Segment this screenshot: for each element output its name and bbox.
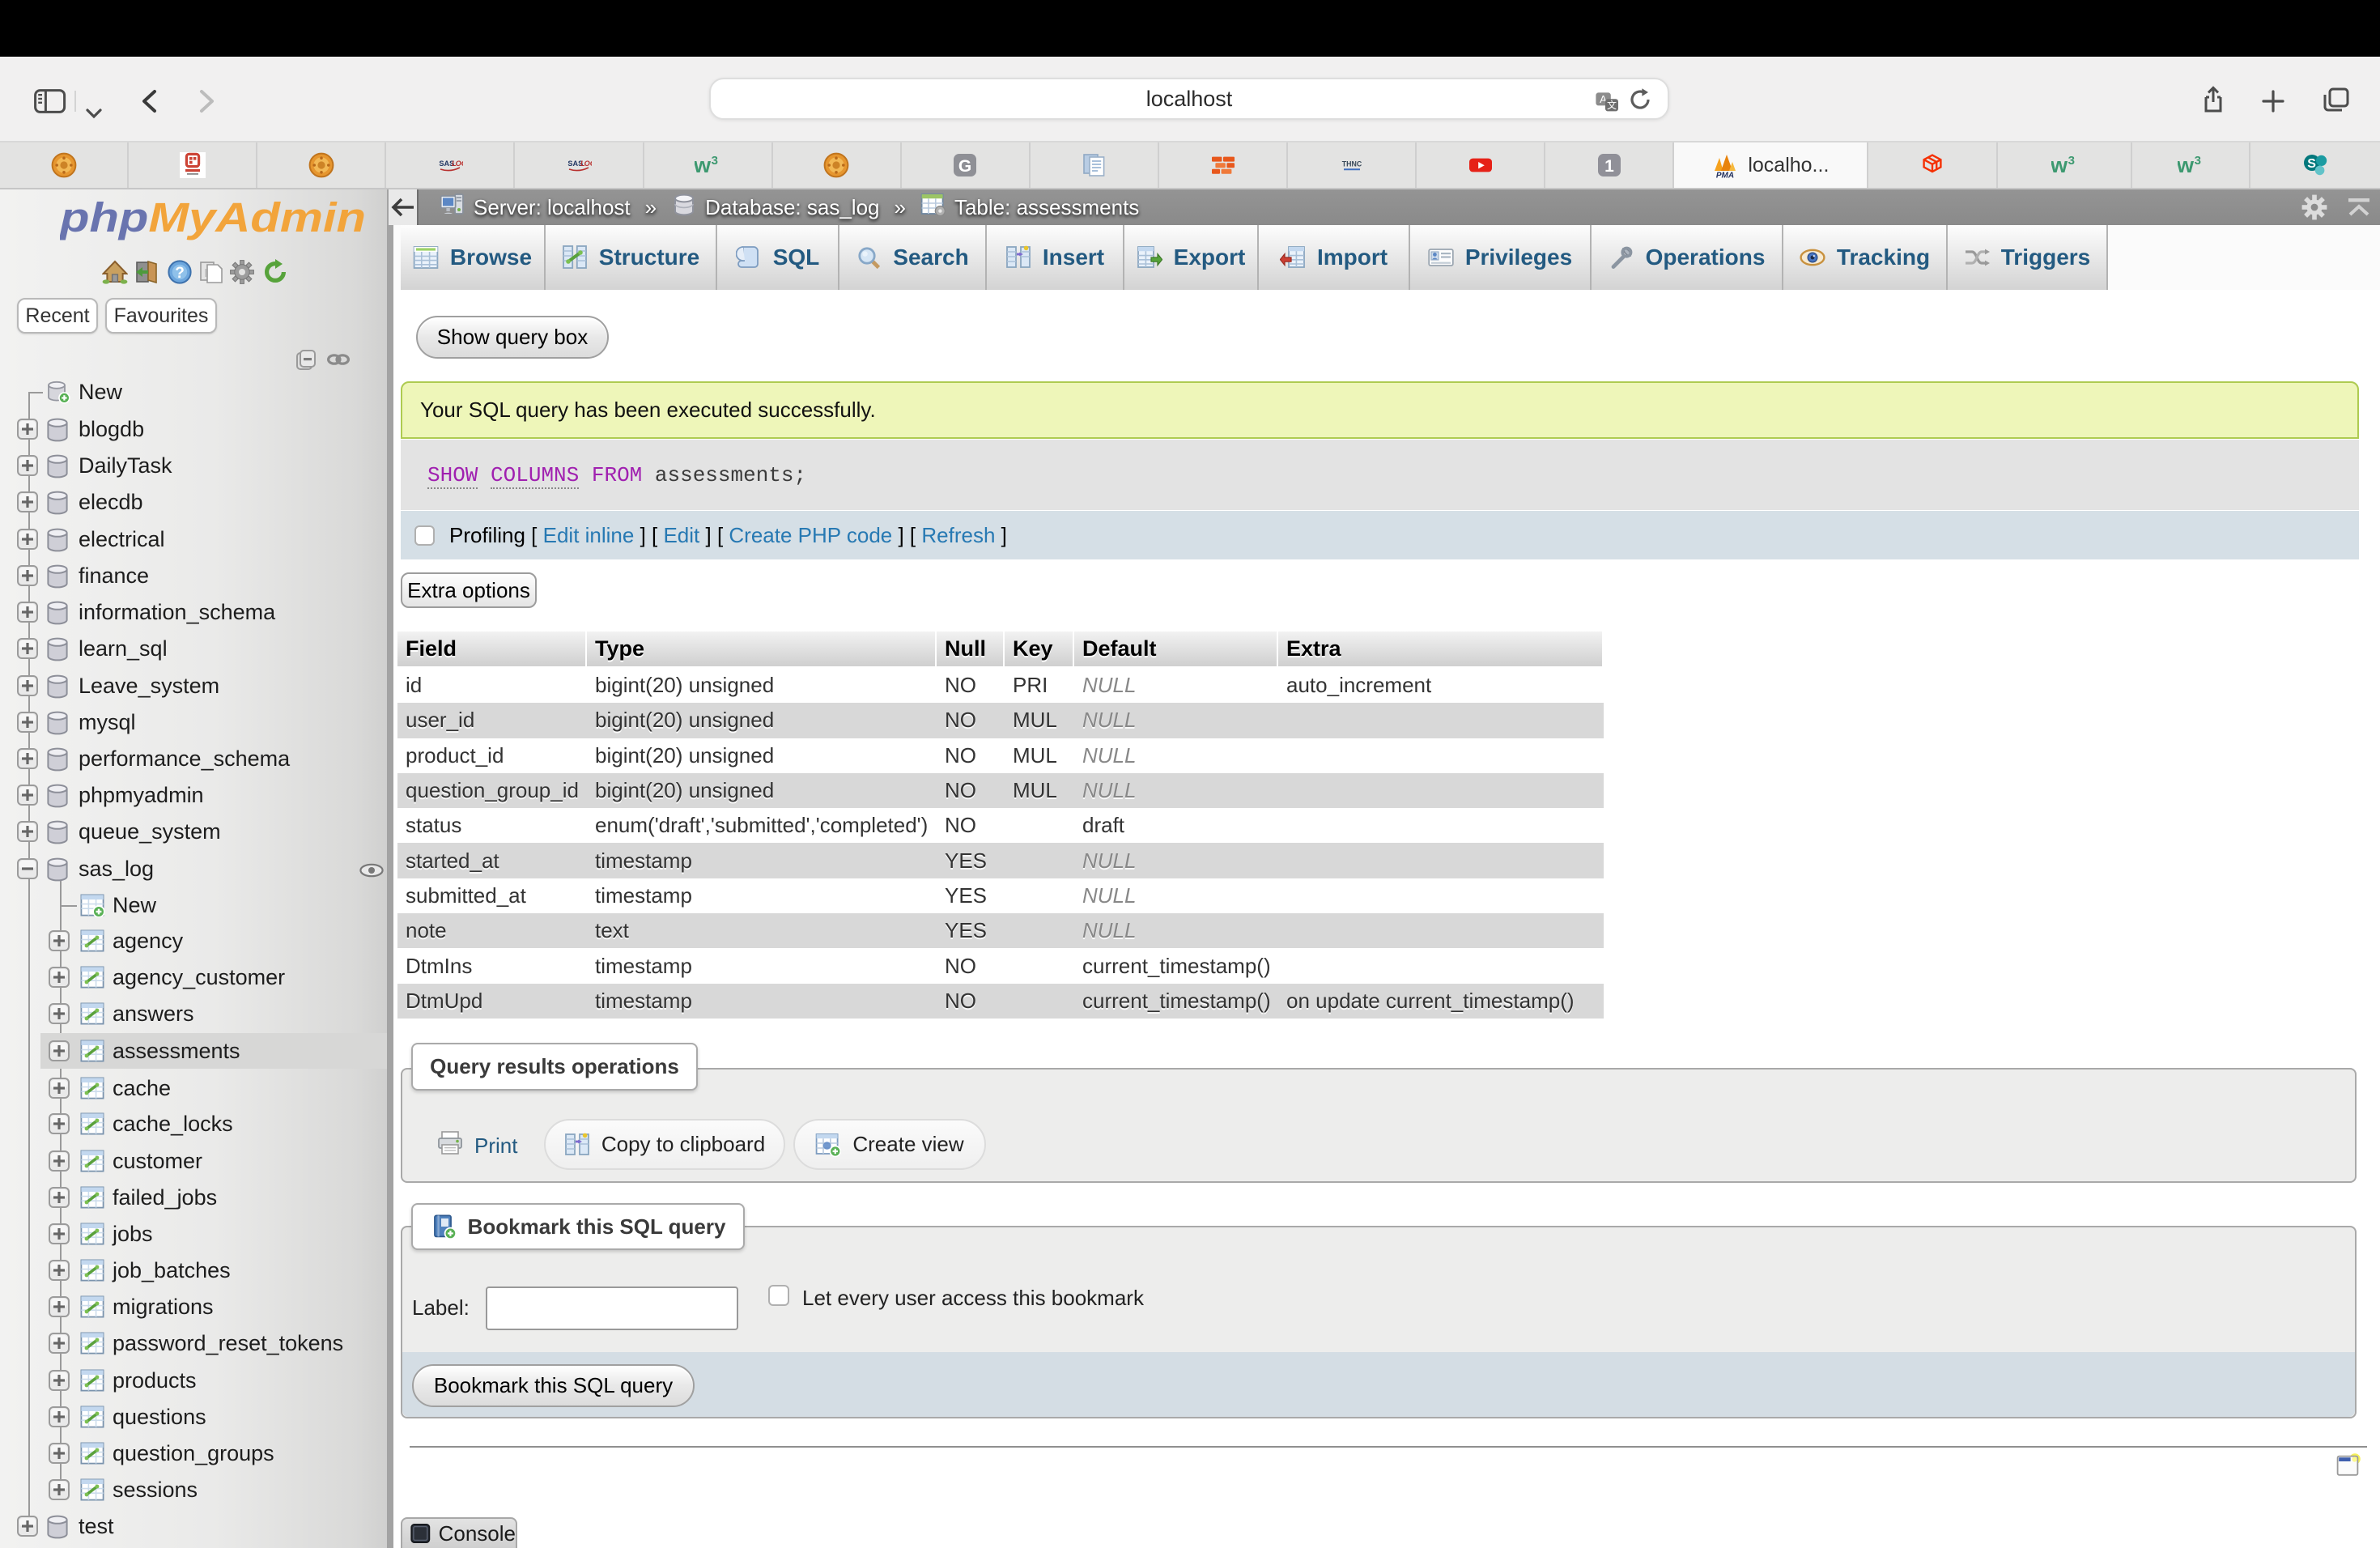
svg-text:THNC: THNC bbox=[1341, 160, 1362, 168]
svg-text:文: 文 bbox=[1607, 99, 1617, 111]
svg-text:OG: OG bbox=[455, 159, 462, 168]
svg-text:w: w bbox=[2051, 153, 2068, 177]
svg-text:3: 3 bbox=[2195, 154, 2201, 168]
svg-text:G: G bbox=[958, 157, 971, 176]
svg-text:S: S bbox=[2307, 157, 2316, 171]
svg-text:w: w bbox=[695, 153, 712, 177]
svg-text:?: ? bbox=[175, 265, 185, 282]
svg-text:w: w bbox=[2178, 153, 2195, 177]
svg-text:3: 3 bbox=[712, 154, 718, 168]
svg-text:phpMyAdmin: phpMyAdmin bbox=[60, 194, 366, 240]
svg-text:1: 1 bbox=[1604, 157, 1614, 176]
svg-text:PMA: PMA bbox=[1716, 171, 1734, 178]
svg-text:OG: OG bbox=[584, 159, 592, 168]
svg-text:3: 3 bbox=[2068, 154, 2075, 168]
